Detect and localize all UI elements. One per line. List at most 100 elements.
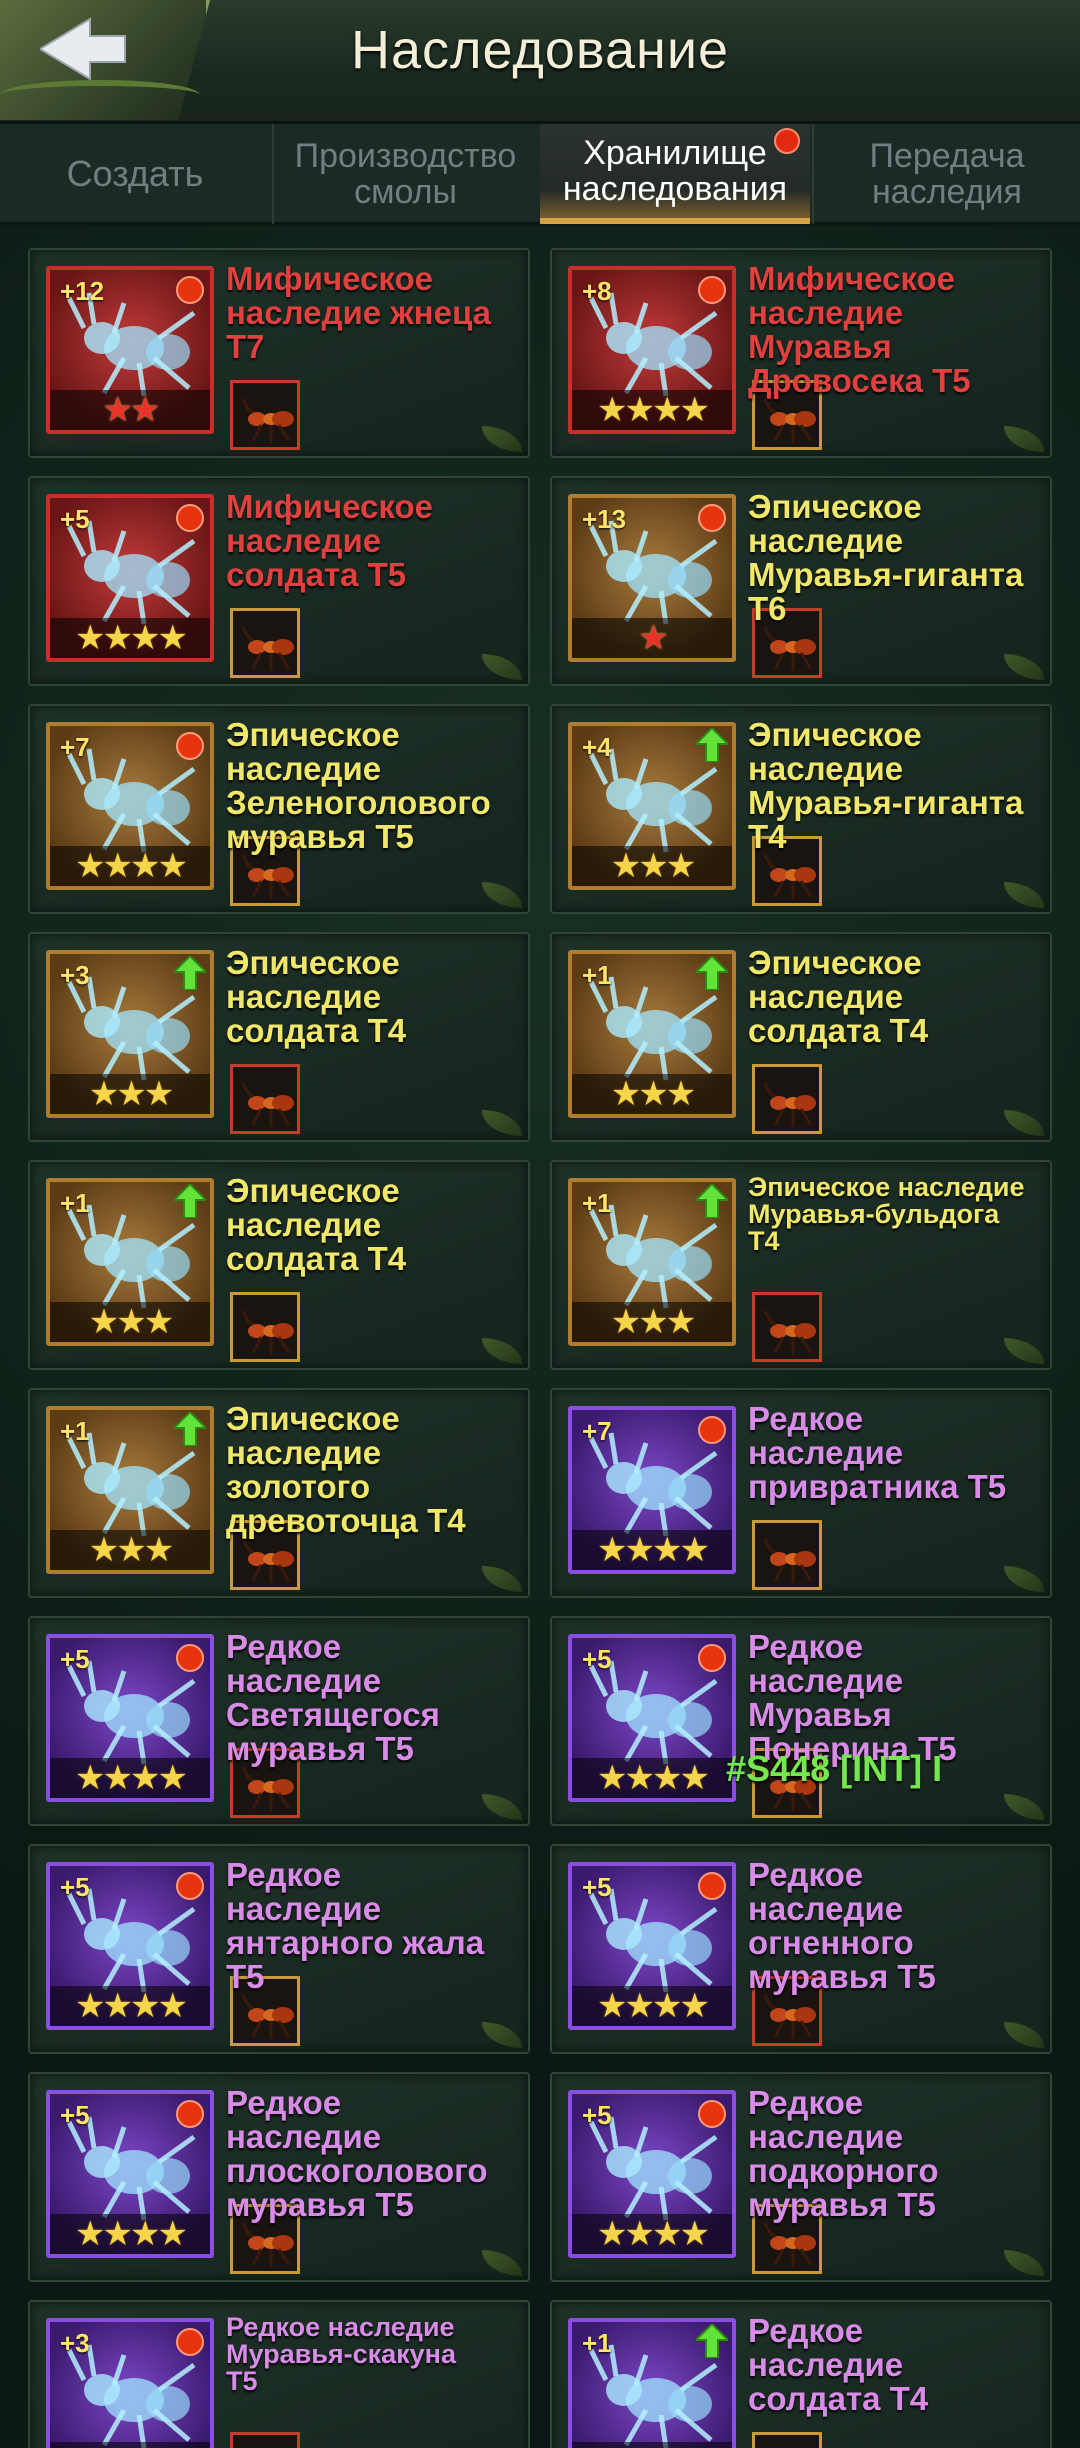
ant-thumbnail[interactable] xyxy=(230,1292,300,1362)
inheritance-name: Редкое наследие огненного муравья Т5 xyxy=(748,1856,936,1995)
leaf-decoration xyxy=(482,1110,522,1136)
notification-dot-icon xyxy=(176,1872,204,1900)
inheritance-card[interactable]: +1 ★★★ Эпическое наследие солдата Т4 xyxy=(28,1160,530,1370)
inheritance-name: Редкое наследие янтарного жала Т5 xyxy=(226,1856,485,1995)
inheritance-card[interactable]: +1 ★★★ Эпическое наследие солдата Т4 xyxy=(550,932,1052,1142)
tab-inheritance-storage-label: Хранилище наследования xyxy=(562,134,788,208)
star-rating: ★★★★ xyxy=(572,1530,732,1570)
ant-thumbnail[interactable] xyxy=(752,1520,822,1590)
upgrade-arrow-icon xyxy=(174,1184,206,1218)
inheritance-card[interactable]: +7 ★★★★ Эпическое наследие Зеленоголового … xyxy=(28,704,530,914)
inheritance-name: Редкое наследие привратника Т5 xyxy=(748,1400,1007,1505)
star-rating: ★★★ xyxy=(50,1074,210,1114)
level-label: +5 xyxy=(60,1644,90,1674)
inheritance-card[interactable]: +3 ★★★ Эпическое наследие солдата Т4 xyxy=(28,932,530,1142)
level-label: +5 xyxy=(60,1872,90,1902)
inheritance-card[interactable]: +1 ★★★ Эпическое наследие Муравья-бульдога… xyxy=(550,1160,1052,1370)
inheritance-name: Эпическое наследие Муравья-гиганта Т4 xyxy=(748,716,1024,855)
inheritance-card[interactable]: +5 ★★★★ Редкое наследие Светящегося муравь… xyxy=(28,1616,530,1826)
ant-thumbnail[interactable] xyxy=(752,2432,822,2448)
inheritance-portrait[interactable]: +3 ★★★★ xyxy=(46,2318,214,2448)
level-label: +4 xyxy=(582,732,612,762)
inheritance-portrait[interactable]: +13 ★ xyxy=(568,494,736,662)
leaf-decoration xyxy=(1004,1566,1044,1592)
inheritance-card[interactable]: +5 ★★★★ Редкое наследие Муравья Понерина Т… xyxy=(550,1616,1052,1826)
ant-thumbnail[interactable] xyxy=(230,380,300,450)
star-rating: ★★★★ xyxy=(50,2214,210,2254)
inheritance-portrait[interactable]: +1 ★★★ xyxy=(46,1178,214,1346)
inheritance-portrait[interactable]: +5 ★★★★ xyxy=(568,1634,736,1802)
inheritance-portrait[interactable]: +12 ★★ xyxy=(46,266,214,434)
inheritance-card[interactable]: +12 ★★ Мифическое наследие жнеца Т7 xyxy=(28,248,530,458)
inheritance-portrait[interactable]: +5 ★★★★ xyxy=(46,1634,214,1802)
inheritance-card[interactable]: +1 ★★★ Эпическое наследие золотого древото… xyxy=(28,1388,530,1598)
inheritance-card[interactable]: +5 ★★★★ Редкое наследие янтарного жала Т5 xyxy=(28,1844,530,2054)
notification-dot-icon xyxy=(176,504,204,532)
star-rating: ★★★ xyxy=(50,1530,210,1570)
level-label: +1 xyxy=(582,2328,612,2358)
tab-resin-production[interactable]: Производство смолы xyxy=(272,124,537,224)
notification-dot-icon xyxy=(176,732,204,760)
inheritance-portrait[interactable]: +5 ★★★★ xyxy=(568,2090,736,2258)
inheritance-portrait[interactable]: +5 ★★★★ xyxy=(568,1862,736,2030)
leaf-decoration xyxy=(1004,2250,1044,2276)
inheritance-card[interactable]: +8 ★★★★ Мифическое наследие Муравья Дровос… xyxy=(550,248,1052,458)
inheritance-card[interactable]: +1 ★★★ Редкое наследие солдата Т4 xyxy=(550,2300,1052,2448)
ant-thumbnail[interactable] xyxy=(752,1292,822,1362)
inheritance-portrait[interactable]: +5 ★★★★ xyxy=(46,1862,214,2030)
ant-icon xyxy=(763,1538,816,1583)
star-rating: ★★★ xyxy=(572,1074,732,1114)
inheritance-portrait[interactable]: +1 ★★★ xyxy=(568,1178,736,1346)
inheritance-name: Мифическое наследие Муравья Дровосека Т5 xyxy=(748,260,971,399)
inheritance-portrait[interactable]: +4 ★★★ xyxy=(568,722,736,890)
star-rating: ★★★ xyxy=(572,2442,732,2448)
leaf-decoration xyxy=(482,654,522,680)
inheritance-portrait[interactable]: +1 ★★★ xyxy=(568,950,736,1118)
leaf-decoration xyxy=(482,2022,522,2048)
ant-thumbnail[interactable] xyxy=(752,1064,822,1134)
level-label: +3 xyxy=(60,2328,90,2358)
star-rating: ★★★★ xyxy=(50,618,210,658)
inheritance-card[interactable]: +5 ★★★★ Редкое наследие огненного муравья … xyxy=(550,1844,1052,2054)
ant-icon xyxy=(241,398,294,443)
leaf-decoration xyxy=(1004,882,1044,908)
inheritance-portrait[interactable]: +1 ★★★ xyxy=(46,1406,214,1574)
ant-icon xyxy=(761,2441,817,2448)
leaf-decoration xyxy=(482,1566,522,1592)
ant-thumbnail[interactable] xyxy=(230,1064,300,1134)
leaf-decoration xyxy=(482,1338,522,1364)
tab-create[interactable]: Создать xyxy=(0,124,270,224)
inheritance-card[interactable]: +5 ★★★★ Редкое наследие плоскоголового мур… xyxy=(28,2072,530,2282)
inheritance-portrait[interactable]: +5 ★★★★ xyxy=(46,494,214,662)
inheritance-card[interactable]: +5 ★★★★ Мифическое наследие солдата Т5 xyxy=(28,476,530,686)
inheritance-name: Эпическое наследие золотого древоточца Т… xyxy=(226,1400,466,1539)
star-rating: ★★★★ xyxy=(572,1758,732,1798)
inheritance-card[interactable]: +4 ★★★ Эпическое наследие Муравья-гиганта … xyxy=(550,704,1052,914)
inheritance-portrait[interactable]: +8 ★★★★ xyxy=(568,266,736,434)
inheritance-card[interactable]: +7 ★★★★ Редкое наследие привратника Т5 xyxy=(550,1388,1052,1598)
inheritance-name: Редкое наследие подкорного муравья Т5 xyxy=(748,2084,939,2223)
star-rating: ★★★ xyxy=(572,846,732,886)
leaf-decoration xyxy=(1004,1110,1044,1136)
level-label: +1 xyxy=(60,1188,90,1218)
ant-thumbnail[interactable] xyxy=(230,2432,300,2448)
inheritance-card[interactable]: +3 ★★★★ Редкое наследие Муравья-скакуна Т5 xyxy=(28,2300,530,2448)
level-label: +8 xyxy=(582,276,612,306)
star-rating: ★ xyxy=(572,618,732,658)
inheritance-portrait[interactable]: +7 ★★★★ xyxy=(568,1406,736,1574)
inheritance-portrait[interactable]: +7 ★★★★ xyxy=(46,722,214,890)
leaf-decoration xyxy=(1004,2022,1044,2048)
level-label: +3 xyxy=(60,960,90,990)
level-label: +1 xyxy=(582,960,612,990)
inheritance-portrait[interactable]: +1 ★★★ xyxy=(568,2318,736,2448)
ant-thumbnail[interactable] xyxy=(230,608,300,678)
inheritance-portrait[interactable]: +5 ★★★★ xyxy=(46,2090,214,2258)
tab-inheritance-storage[interactable]: Хранилище наследования xyxy=(540,124,810,224)
inheritance-portrait[interactable]: +3 ★★★ xyxy=(46,950,214,1118)
level-label: +5 xyxy=(582,1644,612,1674)
level-label: +12 xyxy=(60,276,105,306)
inheritance-card[interactable]: +13 ★ Эпическое наследие Муравья-гиганта Т… xyxy=(550,476,1052,686)
tab-inheritance-transfer[interactable]: Передача наследия xyxy=(812,124,1080,224)
level-label: +1 xyxy=(582,1188,612,1218)
inheritance-card[interactable]: +5 ★★★★ Редкое наследие подкорного муравья… xyxy=(550,2072,1052,2282)
